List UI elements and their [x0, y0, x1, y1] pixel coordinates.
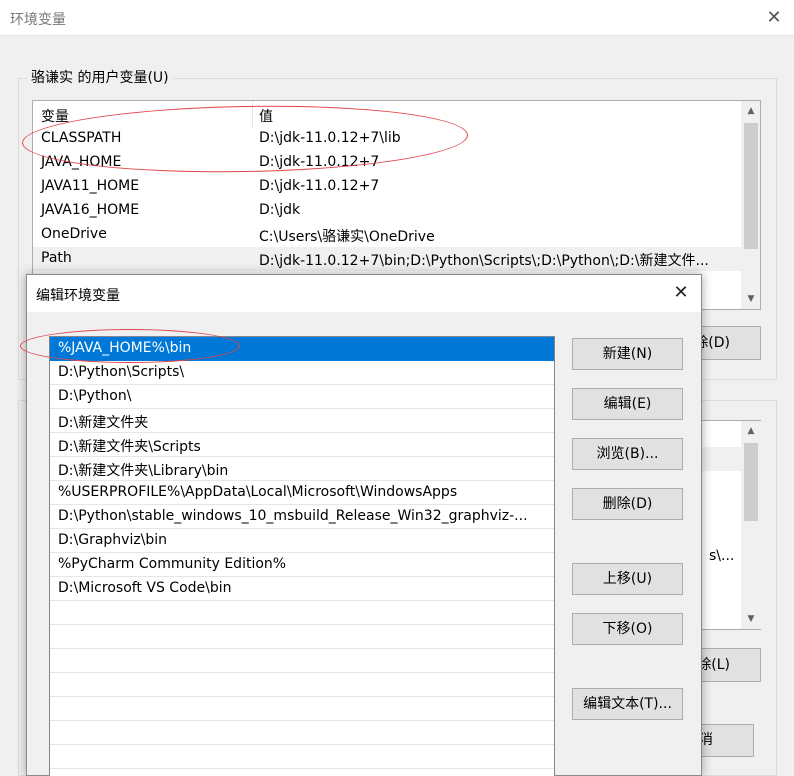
variable-value: D:\jdk-11.0.12+7\bin;D:\Python\Scripts\;… — [259, 253, 709, 269]
table-row[interactable]: JAVA16_HOME D:\jdk — [33, 199, 741, 223]
user-table-scrollbar[interactable]: ▲ ▼ — [741, 101, 760, 309]
path-text: D:\Python\ — [58, 388, 132, 404]
list-item[interactable]: D:\Microsoft VS Code\bin — [50, 577, 554, 601]
table-row[interactable]: OneDrive C:\Users\骆谦实\OneDrive — [33, 223, 741, 247]
path-text: D:\Python\stable_windows_10_msbuild_Rele… — [58, 508, 528, 524]
variable-value: D:\jdk — [259, 202, 301, 218]
path-text: D:\新建文件夹\Scripts — [58, 439, 201, 455]
list-item[interactable]: D:\Graphviz\bin — [50, 529, 554, 553]
path-text: D:\Graphviz\bin — [58, 532, 168, 548]
scroll-down-icon[interactable]: ▼ — [741, 609, 761, 629]
scroll-up-icon[interactable]: ▲ — [741, 101, 760, 121]
list-item[interactable]: D:\Python\Scripts\ — [50, 361, 554, 385]
variable-value: C:\Users\骆谦实\OneDrive — [259, 229, 435, 245]
new-button[interactable]: 新建(N) — [572, 338, 683, 370]
variable-name: JAVA16_HOME — [41, 202, 140, 218]
empty-list-item[interactable] — [50, 601, 554, 625]
list-item[interactable]: D:\新建文件夹\Library\bin — [50, 457, 554, 481]
variable-value: D:\jdk-11.0.12+7 — [259, 178, 380, 194]
list-item[interactable]: D:\新建文件夹\Scripts — [50, 433, 554, 457]
delete-button[interactable]: 删除(D) — [572, 488, 683, 520]
outer-window-title: 环境变量 — [10, 12, 66, 28]
path-text: D:\新建文件夹 — [58, 415, 149, 431]
variable-name: OneDrive — [41, 226, 107, 242]
path-text: D:\Microsoft VS Code\bin — [58, 580, 232, 596]
dialog-title: 编辑环境变量 — [36, 288, 120, 304]
move-up-button[interactable]: 上移(U) — [572, 563, 683, 595]
outer-title-bar: 环境变量 ✕ — [0, 0, 794, 36]
table-row-selected[interactable]: Path D:\jdk-11.0.12+7\bin;D:\Python\Scri… — [33, 247, 741, 271]
empty-list-item[interactable] — [50, 697, 554, 721]
variable-name: JAVA11_HOME — [41, 178, 140, 194]
empty-list-item[interactable] — [50, 721, 554, 745]
edit-text-button[interactable]: 编辑文本(T)... — [572, 688, 683, 720]
move-down-button[interactable]: 下移(O) — [572, 613, 683, 645]
path-list[interactable]: %JAVA_HOME%\bin D:\Python\Scripts\ D:\Py… — [49, 336, 555, 776]
list-item[interactable]: D:\Python\ — [50, 385, 554, 409]
list-item[interactable]: %USERPROFILE%\AppData\Local\Microsoft\Wi… — [50, 481, 554, 505]
system-table-scrollbar[interactable]: ▲ ▼ — [741, 421, 761, 629]
empty-list-item[interactable] — [50, 673, 554, 697]
scroll-down-icon[interactable]: ▼ — [741, 289, 760, 309]
variable-value: s\... — [709, 548, 735, 564]
path-text: %USERPROFILE%\AppData\Local\Microsoft\Wi… — [58, 484, 458, 500]
list-item[interactable]: D:\新建文件夹 — [50, 409, 554, 433]
empty-list-item[interactable] — [50, 745, 554, 769]
list-item[interactable]: D:\Python\stable_windows_10_msbuild_Rele… — [50, 505, 554, 529]
annotation-ellipse-java-home-bin — [20, 329, 240, 363]
table-row[interactable]: JAVA11_HOME D:\jdk-11.0.12+7 — [33, 175, 741, 199]
dialog-title-bar: 编辑环境变量 ✕ — [27, 275, 701, 312]
scroll-thumb[interactable] — [744, 123, 758, 249]
path-text: %PyCharm Community Edition% — [58, 556, 287, 572]
variable-name: Path — [41, 250, 72, 266]
path-text: D:\新建文件夹\Library\bin — [58, 463, 229, 479]
path-text: D:\Python\Scripts\ — [58, 364, 185, 380]
empty-list-item[interactable] — [50, 649, 554, 673]
dialog-close-icon[interactable]: ✕ — [671, 281, 691, 305]
scroll-up-icon[interactable]: ▲ — [741, 421, 761, 441]
browse-button[interactable]: 浏览(B)... — [572, 438, 683, 470]
empty-list-item[interactable] — [50, 625, 554, 649]
outer-close-icon[interactable]: ✕ — [764, 6, 784, 30]
list-item[interactable]: %PyCharm Community Edition% — [50, 553, 554, 577]
edit-button[interactable]: 编辑(E) — [572, 388, 683, 420]
scroll-thumb[interactable] — [744, 443, 758, 521]
user-variables-label: 骆谦实 的用户变量(U) — [27, 67, 173, 87]
